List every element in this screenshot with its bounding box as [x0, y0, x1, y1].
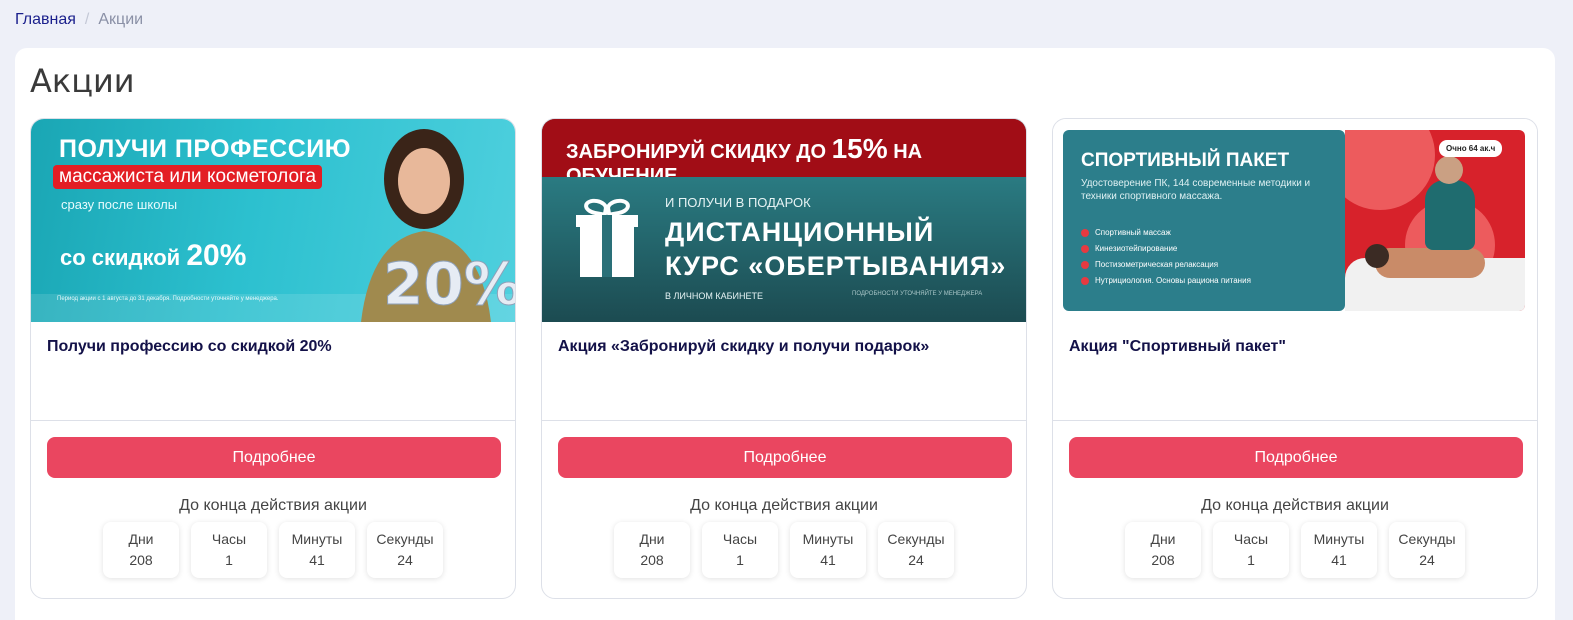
countdown-timer: Дни 208 Часы 1 Минуты 41 Секунды 24 — [614, 522, 954, 578]
massage-photo-illustration — [1345, 130, 1525, 311]
countdown-label: До конца действия акции — [690, 497, 878, 514]
breadcrumb: Главная / Акции — [15, 11, 143, 29]
timer-minutes: Минуты 41 — [279, 522, 355, 578]
timer-seconds: Секунды 24 — [1389, 522, 1465, 578]
breadcrumb-home-link[interactable]: Главная — [15, 11, 76, 29]
woman-photo-illustration: 20% — [361, 129, 516, 322]
timer-minutes: Минуты 41 — [790, 522, 866, 578]
timer-hours: Часы 1 — [1213, 522, 1289, 578]
promo-banner-image[interactable]: ЗАБРОНИРУЙ СКИДКУ ДО 15% НА ОБУЧЕНИЕ И П… — [542, 119, 1026, 322]
timer-minutes: Минуты 41 — [1301, 522, 1377, 578]
countdown-label: До конца действия акции — [179, 497, 367, 514]
details-button[interactable]: Подробнее — [558, 437, 1012, 478]
course-list: Спортивный массаж Кинезиотейпирование По… — [1081, 225, 1251, 289]
timer-seconds: Секунды 24 — [367, 522, 443, 578]
promo-title[interactable]: Акция "Спортивный пакет" — [1069, 338, 1286, 356]
timer-seconds: Секунды 24 — [878, 522, 954, 578]
promo-card: ЗАБРОНИРУЙ СКИДКУ ДО 15% НА ОБУЧЕНИЕ И П… — [541, 118, 1027, 599]
breadcrumb-current: Акции — [98, 11, 144, 28]
promo-title[interactable]: Получи профессию со скидкой 20% — [47, 338, 332, 356]
details-button[interactable]: Подробнее — [1069, 437, 1523, 478]
page-title: Акции — [30, 62, 135, 100]
timer-days: Дни 208 — [103, 522, 179, 578]
promo-banner-image[interactable]: СПОРТИВНЫЙ ПАКЕТ Удостоверение ПК, 144 с… — [1053, 119, 1537, 322]
promo-card: ПОЛУЧИ ПРОФЕССИЮ массажиста или косметол… — [30, 118, 516, 599]
countdown-timer: Дни 208 Часы 1 Минуты 41 Секунды 24 — [1125, 522, 1465, 578]
promo-banner-image[interactable]: ПОЛУЧИ ПРОФЕССИЮ массажиста или косметол… — [31, 119, 516, 322]
promo-title[interactable]: Акция «Забронируй скидку и получи подаро… — [558, 338, 929, 356]
promos-panel: Акции ПОЛУЧИ ПРОФЕССИЮ массажиста или ко… — [15, 48, 1555, 620]
timer-days: Дни 208 — [614, 522, 690, 578]
timer-days: Дни 208 — [1125, 522, 1201, 578]
promo-card: СПОРТИВНЫЙ ПАКЕТ Удостоверение ПК, 144 с… — [1052, 118, 1538, 599]
svg-text:20%: 20% — [383, 250, 516, 318]
countdown-label: До конца действия акции — [1201, 497, 1389, 514]
hours-badge: Очно 64 ак.ч — [1439, 140, 1503, 157]
timer-hours: Часы 1 — [191, 522, 267, 578]
breadcrumb-separator: / — [84, 11, 90, 28]
countdown-timer: Дни 208 Часы 1 Минуты 41 Секунды 24 — [103, 522, 443, 578]
timer-hours: Часы 1 — [702, 522, 778, 578]
details-button[interactable]: Подробнее — [47, 437, 501, 478]
